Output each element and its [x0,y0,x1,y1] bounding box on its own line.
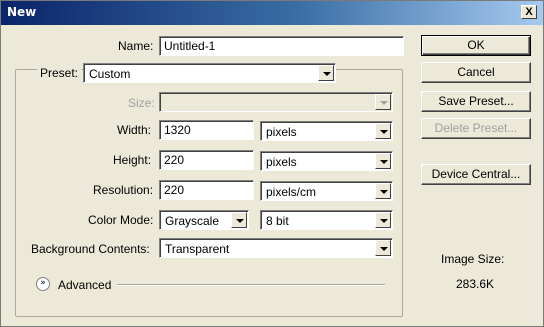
delete-preset-button[interactable]: Delete Preset... [421,118,531,139]
device-central-button[interactable]: Device Central... [421,164,531,185]
chevron-down-icon[interactable] [318,65,334,81]
resolution-unit-value: pixels/cm [266,185,317,199]
ok-button[interactable]: OK [421,35,531,56]
resolution-unit-select[interactable]: pixels/cm [260,181,393,201]
preset-value: Custom [89,67,131,81]
background-value: Transparent [165,242,230,256]
name-label: Name: [118,39,154,53]
resolution-input[interactable]: 220 [159,180,254,200]
preset-label: Preset: [37,66,82,80]
width-input[interactable]: 1320 [159,120,254,140]
background-label: Background Contents: [31,242,150,256]
dialog-title: New [7,5,37,19]
image-size-label: Image Size: [441,252,505,266]
height-unit-value: pixels [266,155,297,169]
size-select[interactable] [159,92,393,112]
bit-depth-select[interactable]: 8 bit [260,210,393,230]
chevron-down-icon[interactable] [375,183,391,199]
image-size-value: 283.6K [456,277,495,291]
chevron-down-icon[interactable] [375,123,391,139]
background-select[interactable]: Transparent [159,238,393,258]
expand-advanced-icon[interactable]: » [36,277,50,291]
chevron-down-icon[interactable] [375,240,391,256]
height-unit-select[interactable]: pixels [260,151,393,171]
chevron-down-icon[interactable] [375,153,391,169]
size-label: Size: [128,96,155,110]
close-icon: X [525,6,533,18]
save-preset-button[interactable]: Save Preset... [421,91,531,112]
advanced-label[interactable]: Advanced [58,278,111,292]
title-bar[interactable]: New X [1,1,543,25]
width-unit-select[interactable]: pixels [260,121,393,141]
chevron-down-icon[interactable] [375,94,391,110]
resolution-label: Resolution: [93,183,154,197]
width-unit-value: pixels [266,125,297,139]
name-input[interactable]: Untitled-1 [159,36,404,56]
color-mode-select[interactable]: Grayscale [159,210,249,230]
height-input[interactable]: 220 [159,150,254,170]
color-mode-label: Color Mode: [88,213,154,227]
close-button[interactable]: X [521,5,537,19]
new-document-dialog: New X Name: Untitled-1 Preset: Custom Si… [0,0,544,327]
height-label: Height: [113,153,152,167]
chevron-down-icon[interactable] [375,212,391,228]
chevron-down-icon[interactable] [231,212,247,228]
color-mode-value: Grayscale [165,214,220,228]
bit-depth-value: 8 bit [266,214,289,228]
preset-select[interactable]: Custom [83,63,336,83]
cancel-button[interactable]: Cancel [421,62,531,83]
advanced-divider [117,284,385,286]
width-label: Width: [117,123,152,137]
